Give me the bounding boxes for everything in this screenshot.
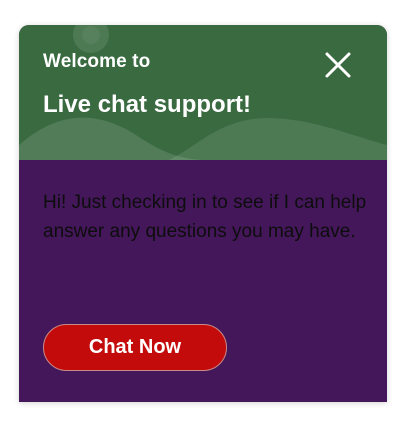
close-icon [325,52,351,78]
welcome-text: Welcome to [43,51,151,72]
chat-widget-body: Hi! Just checking in to see if I can hel… [19,160,387,402]
chat-message: Hi! Just checking in to see if I can hel… [43,192,367,242]
chat-title: Live chat support! [43,91,252,118]
chat-now-button[interactable]: Chat Now [43,324,227,371]
chat-widget-header: Welcome to Live chat support! [19,25,387,160]
close-button[interactable] [322,49,354,81]
chat-widget: Welcome to Live chat support! Hi! Just c… [19,25,387,402]
